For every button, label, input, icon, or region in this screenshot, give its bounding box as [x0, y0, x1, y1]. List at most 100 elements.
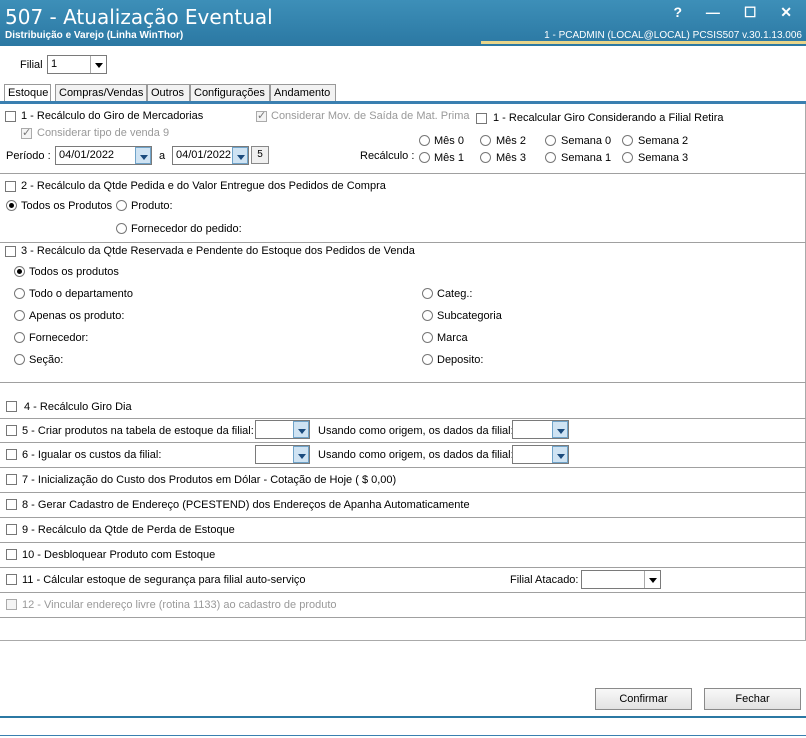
s3-fornecedor-radio[interactable]: [14, 332, 25, 343]
tab-compras-vendas[interactable]: Compras/Vendas: [55, 84, 147, 102]
s11-checkbox[interactable]: [6, 574, 17, 585]
tab-outros[interactable]: Outros: [147, 84, 190, 102]
filial-atacado-label: Filial Atacado:: [510, 574, 579, 586]
s5-label: 5 - Criar produtos na tabela de estoque …: [22, 425, 254, 437]
semana2-radio[interactable]: [622, 135, 633, 146]
fechar-button[interactable]: Fechar: [704, 688, 801, 710]
filial-value: 1: [51, 58, 58, 70]
s6-origem-label: Usando como origem, os dados da filial:: [318, 449, 514, 461]
chevron-down-icon[interactable]: [552, 421, 568, 438]
s2-todos-radio[interactable]: [6, 200, 17, 211]
s3-categ-label: Categ.:: [437, 288, 473, 300]
mes1-radio[interactable]: [419, 152, 430, 163]
recalculo-label: Recálculo :: [360, 150, 415, 162]
divider: [0, 517, 806, 518]
s3-fornecedor-label: Fornecedor:: [29, 332, 89, 344]
date-to-field[interactable]: 04/01/2022: [172, 146, 249, 165]
help-icon[interactable]: ?: [673, 4, 692, 20]
date-from-value: 04/01/2022: [59, 149, 115, 161]
divider: [0, 418, 806, 419]
s3-deposito-radio[interactable]: [422, 354, 433, 365]
semana3-label: Semana 3: [638, 152, 689, 164]
title-bar: 507 - Atualização Eventual Distribuição …: [0, 0, 806, 46]
s3-departamento-label: Todo o departamento: [29, 288, 133, 300]
s3-marca-radio[interactable]: [422, 332, 433, 343]
s3-departamento-radio[interactable]: [14, 288, 25, 299]
tab-configuracoes[interactable]: Configurações: [190, 84, 270, 102]
s11-label: 11 - Cálcular estoque de segurança para …: [22, 574, 306, 586]
divider: [0, 492, 806, 493]
s6-checkbox[interactable]: [6, 449, 17, 460]
s3-secao-label: Seção:: [29, 354, 64, 366]
s3-subcategoria-radio[interactable]: [422, 310, 433, 321]
s3-secao-radio[interactable]: [14, 354, 25, 365]
semana1-radio[interactable]: [545, 152, 556, 163]
mov-saida-checkbox[interactable]: [256, 109, 267, 122]
filial-atacado-select[interactable]: [581, 570, 661, 589]
calendar-icon[interactable]: 5: [251, 146, 269, 164]
s3-deposito-label: Deposito:: [437, 354, 484, 366]
chevron-down-icon[interactable]: [644, 571, 660, 588]
chevron-down-icon[interactable]: [90, 56, 106, 73]
s3-checkbox[interactable]: [5, 246, 16, 257]
s4-checkbox[interactable]: [6, 401, 17, 412]
s10-label: 10 - Desbloquear Produto com Estoque: [22, 549, 216, 561]
filial-retira-label: 1 - Recalcular Giro Considerando a Filia…: [493, 112, 724, 124]
s5-filial-select[interactable]: [255, 420, 310, 439]
mes3-label: Mês 3: [496, 152, 526, 164]
mes3-radio[interactable]: [480, 152, 491, 163]
periodo-label: Período :: [6, 150, 51, 162]
s2-produto-radio[interactable]: [116, 200, 127, 211]
semana3-radio[interactable]: [622, 152, 633, 163]
mes0-radio[interactable]: [419, 135, 430, 146]
filial-label: Filial: [20, 59, 43, 71]
divider: [0, 467, 806, 468]
s5-origem-select[interactable]: [512, 420, 569, 439]
s5-checkbox[interactable]: [6, 425, 17, 436]
minimize-icon[interactable]: —: [706, 4, 730, 20]
s3-todos-radio[interactable]: [14, 266, 25, 277]
s6-origem-select[interactable]: [512, 445, 569, 464]
footer-line: [0, 716, 806, 718]
divider: [0, 442, 806, 443]
tipo-venda-label: Considerar tipo de venda 9: [37, 127, 170, 139]
filial-retira-checkbox[interactable]: [476, 113, 487, 124]
s6-filial-select[interactable]: [255, 445, 310, 464]
s4-label: 4 - Recálculo Giro Dia: [24, 401, 132, 413]
s8-checkbox[interactable]: [6, 499, 17, 510]
s9-checkbox[interactable]: [6, 524, 17, 535]
date-to-dropdown-icon[interactable]: [232, 147, 248, 164]
date-from-field[interactable]: 04/01/2022: [55, 146, 152, 165]
filial-select[interactable]: 1: [47, 55, 107, 74]
a-label: a: [159, 150, 166, 162]
mes0-label: Mês 0: [434, 135, 464, 147]
tipo-venda-checkbox[interactable]: [21, 126, 32, 139]
chevron-down-icon[interactable]: [552, 446, 568, 463]
s3-apenas-radio[interactable]: [14, 310, 25, 321]
s6-label: 6 - Igualar os custos da filial:: [22, 449, 162, 461]
semana1-label: Semana 1: [561, 152, 612, 164]
footer-line-bottom: [0, 735, 806, 736]
s10-checkbox[interactable]: [6, 549, 17, 560]
mes2-radio[interactable]: [480, 135, 491, 146]
chevron-down-icon[interactable]: [293, 421, 309, 438]
chevron-down-icon[interactable]: [293, 446, 309, 463]
confirmar-button[interactable]: Confirmar: [595, 688, 692, 710]
s3-categ-radio[interactable]: [422, 288, 433, 299]
s7-checkbox[interactable]: [6, 474, 17, 485]
s2-checkbox[interactable]: [5, 181, 16, 192]
divider: [0, 242, 806, 243]
semana0-label: Semana 0: [561, 135, 612, 147]
divider: [0, 592, 806, 593]
s12-checkbox[interactable]: [6, 599, 17, 610]
s2-fornecedor-radio[interactable]: [116, 223, 127, 234]
semana0-radio[interactable]: [545, 135, 556, 146]
maximize-icon[interactable]: ☐: [744, 4, 767, 20]
window-title: 507 - Atualização Eventual: [5, 5, 273, 29]
close-icon[interactable]: ✕: [780, 4, 802, 20]
s1-checkbox[interactable]: [5, 111, 16, 122]
mes1-label: Mês 1: [434, 152, 464, 164]
window-subtitle: Distribuição e Varejo (Linha WinThor): [5, 30, 184, 41]
date-from-dropdown-icon[interactable]: [135, 147, 151, 164]
tab-andamento[interactable]: Andamento: [270, 84, 336, 102]
